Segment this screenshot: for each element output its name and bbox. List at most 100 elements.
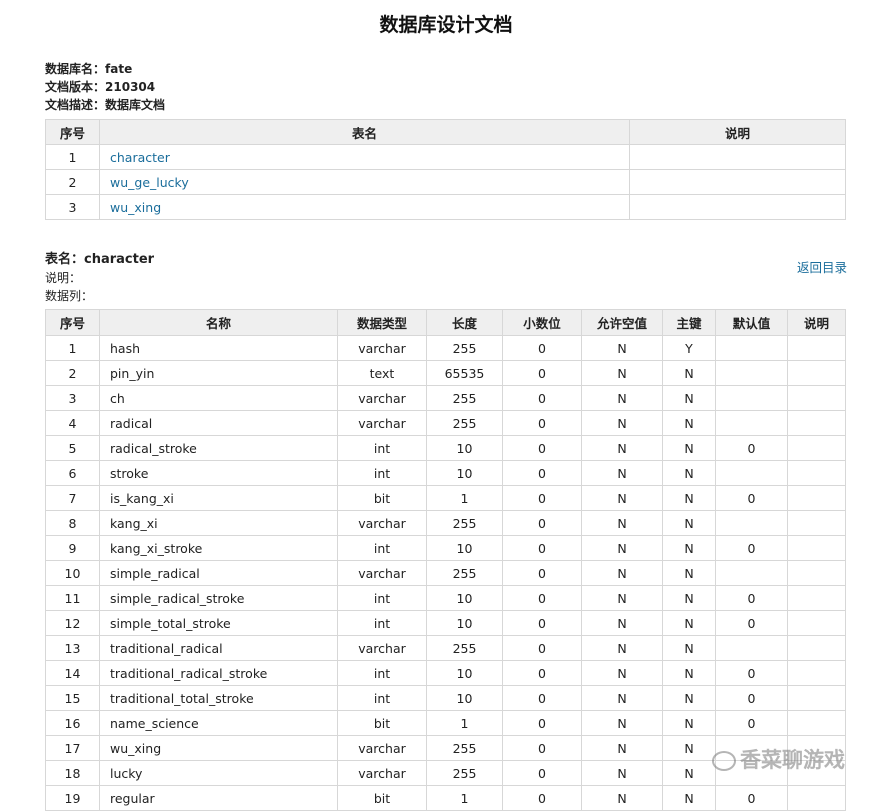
table-row: 15 traditional_total_stroke int 10 0 N N 0 (45, 685, 846, 711)
cell-idx: 14 (45, 660, 100, 686)
cell-length: 1 (426, 785, 503, 811)
cell-name: radical_stroke (99, 435, 338, 461)
cell-type: int (337, 610, 427, 636)
cell-nullable: N (581, 685, 663, 711)
cell-length: 10 (426, 610, 503, 636)
columns-table-body: 1 hash varchar 255 0 N Y 2 pin_yin text 65535 0 N N 3 c… (45, 335, 846, 811)
toc-cell-name: wu_ge_lucky (99, 169, 630, 195)
cell-decimals: 0 (502, 510, 582, 536)
cell-desc (787, 435, 846, 461)
cell-type: int (337, 435, 427, 461)
cell-idx: 12 (45, 610, 100, 636)
cell-name: lucky (99, 760, 338, 786)
cell-decimals: 0 (502, 585, 582, 611)
cell-desc (787, 485, 846, 511)
cell-nullable: N (581, 660, 663, 686)
cell-decimals: 0 (502, 535, 582, 561)
toc-cell-desc (629, 169, 846, 195)
cell-type: int (337, 660, 427, 686)
cell-idx: 3 (45, 385, 100, 411)
back-to-toc-link[interactable]: 返回目录 (797, 257, 847, 276)
cell-decimals: 0 (502, 760, 582, 786)
cell-idx: 19 (45, 785, 100, 811)
toc-header-name: 表名 (99, 119, 630, 145)
col-header-pk: 主键 (662, 309, 716, 336)
cell-name: wu_xing (99, 735, 338, 761)
toc-link-wu-ge-lucky[interactable]: wu_ge_lucky (110, 175, 189, 190)
cell-name: traditional_radical (99, 635, 338, 661)
table-row: 4 radical varchar 255 0 N N (45, 410, 846, 436)
table-row: 19 regular bit 1 0 N N 0 (45, 785, 846, 811)
cell-type: varchar (337, 560, 427, 586)
col-header-length: 长度 (426, 309, 503, 336)
toc-table: 序号 表名 说明 1 character 2 wu_ge_lucky 3 wu_… (45, 119, 846, 220)
cell-pk: N (662, 535, 716, 561)
cell-name: pin_yin (99, 360, 338, 386)
table-row: 12 simple_total_stroke int 10 0 N N 0 (45, 610, 846, 636)
wechat-icon (712, 751, 736, 771)
cell-nullable: N (581, 360, 663, 386)
cell-name: simple_radical (99, 560, 338, 586)
table-row: 13 traditional_radical varchar 255 0 N N (45, 635, 846, 661)
toc-header-row: 序号 表名 说明 (45, 119, 846, 145)
cell-nullable: N (581, 460, 663, 486)
cell-default: 0 (715, 485, 788, 511)
cell-nullable: N (581, 510, 663, 536)
cell-desc (787, 410, 846, 436)
cell-default (715, 360, 788, 386)
cell-name: simple_total_stroke (99, 610, 338, 636)
columns-table: 序号 名称 数据类型 长度 小数位 允许空值 主键 默认值 说明 1 hash va… (45, 309, 846, 811)
doc-version-row: 文档版本：210304 (45, 78, 165, 96)
cell-name: kang_xi_stroke (99, 535, 338, 561)
cell-default (715, 385, 788, 411)
cell-nullable: N (581, 760, 663, 786)
cell-nullable: N (581, 335, 663, 361)
cell-default: 0 (715, 660, 788, 686)
toc-cell-idx: 1 (45, 144, 100, 170)
cell-decimals: 0 (502, 735, 582, 761)
cell-desc (787, 460, 846, 486)
cell-name: stroke (99, 460, 338, 486)
page-title: 数据库设计文档 (379, 14, 513, 36)
cell-nullable: N (581, 635, 663, 661)
cell-length: 10 (426, 660, 503, 686)
cell-length: 10 (426, 585, 503, 611)
cell-decimals: 0 (502, 485, 582, 511)
cell-length: 255 (426, 635, 503, 661)
col-header-name: 名称 (99, 309, 338, 336)
cell-nullable: N (581, 535, 663, 561)
cell-default: 0 (715, 535, 788, 561)
cell-name: radical (99, 410, 338, 436)
cell-name: kang_xi (99, 510, 338, 536)
cell-desc (787, 360, 846, 386)
table-row: 16 name_science bit 1 0 N N 0 (45, 710, 846, 736)
table-row: 6 stroke int 10 0 N N (45, 460, 846, 486)
cell-length: 255 (426, 760, 503, 786)
cell-pk: N (662, 710, 716, 736)
cell-decimals: 0 (502, 710, 582, 736)
cell-pk: N (662, 485, 716, 511)
toc-link-wu-xing[interactable]: wu_xing (110, 200, 161, 215)
cell-default: 0 (715, 585, 788, 611)
cell-pk: N (662, 735, 716, 761)
cell-type: varchar (337, 760, 427, 786)
cell-idx: 17 (45, 735, 100, 761)
cell-decimals: 0 (502, 360, 582, 386)
cell-idx: 11 (45, 585, 100, 611)
table-section-info: 表名：character 说明： 数据列： (45, 250, 154, 305)
toc-link-character[interactable]: character (110, 150, 170, 165)
cell-desc (787, 585, 846, 611)
cell-default: 0 (715, 610, 788, 636)
table-desc-label: 说明： (45, 271, 82, 285)
cell-pk: N (662, 385, 716, 411)
col-header-default: 默认值 (715, 309, 788, 336)
table-row: 5 radical_stroke int 10 0 N N 0 (45, 435, 846, 461)
cell-pk: N (662, 660, 716, 686)
cell-idx: 15 (45, 685, 100, 711)
cell-default (715, 560, 788, 586)
cell-desc (787, 710, 846, 736)
cell-pk: N (662, 410, 716, 436)
cell-type: bit (337, 485, 427, 511)
col-header-decimals: 小数位 (502, 309, 582, 336)
cell-name: hash (99, 335, 338, 361)
